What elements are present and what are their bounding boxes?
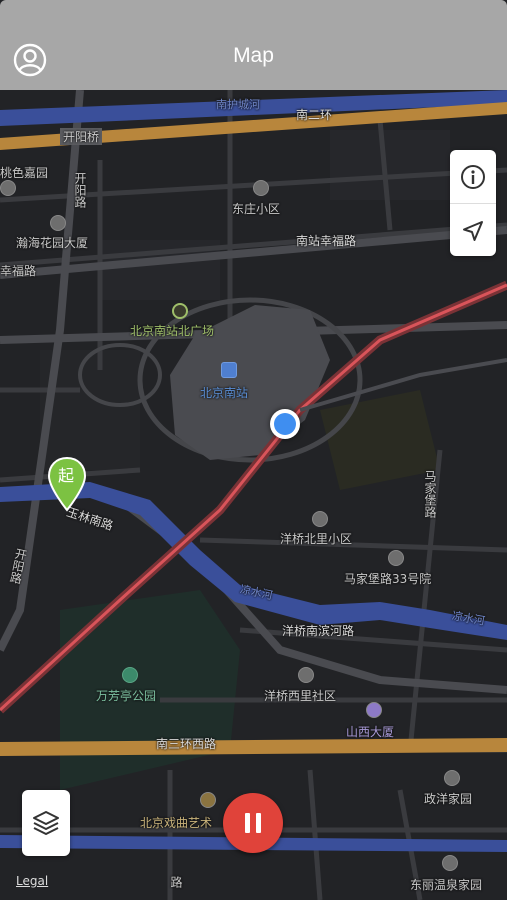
poi-opera-icon [200,792,216,808]
map-label: 马家堡路 [423,470,437,518]
map-label: 洋桥西里社区 [264,689,337,703]
top-app-bar: Map [0,0,507,90]
map-label: 政洋家园 [424,792,473,806]
map-label: 开阳桥 [60,128,103,145]
map-controls [450,150,496,256]
start-pin-label: 起 [58,466,75,485]
map-label: 瀚海花园大厦 [16,236,89,250]
start-point-marker[interactable]: 起 [47,456,87,512]
poi-zhengxiang-icon [444,770,460,786]
poi-majiapu-icon [388,550,404,566]
map-label: 万芳亭公园 [96,689,157,703]
map-label: 北京南站北广场 [130,324,215,338]
map-label: 东庄小区 [232,202,281,216]
train-station-icon [221,362,237,378]
page-title: Map [233,44,274,67]
legal-link[interactable]: Legal [16,874,48,888]
map-label: 东丽温泉家园 [410,878,483,892]
locate-me-button[interactable] [450,204,496,257]
map-label: 南二环 [296,108,333,122]
map-label: 洋桥南滨河路 [282,624,355,638]
poi-yangqiao-xili-icon [298,667,314,683]
map-label: 山西大厦 [346,725,395,739]
poi-dongzhuang-icon [253,180,269,196]
map-label: 北京南站 [200,386,249,400]
poi-shanxi-tower-icon [366,702,382,718]
layers-icon [33,811,59,835]
map-label: 南护城河 [216,98,260,111]
map-label: 北京戏曲艺术 [140,816,213,830]
poi-taoseyuan-icon [0,180,16,196]
map-label: 幸福路 [0,264,37,278]
info-button[interactable] [450,150,496,203]
map-label: 路 [169,876,183,888]
poi-hanhai-icon [50,215,66,231]
current-location-marker [270,409,300,439]
poi-square-icon [172,303,188,319]
map-label: 洋桥北里小区 [280,532,353,546]
map-label: 马家堡路33号院 [344,572,432,586]
map-view[interactable]: 开阳桥 开阳路 南护城河 南二环 桃色嘉园 东庄小区 瀚海花园大厦 南站幸福路 … [0,90,507,900]
map-label: 南三环西路 [156,737,217,751]
map-label: 开阳路 [73,172,87,208]
map-layers-button[interactable] [22,790,70,856]
info-icon [461,164,485,189]
poi-dongli-icon [442,855,458,871]
map-label: 南站幸福路 [296,234,357,248]
poi-park-icon [122,667,138,683]
map-label: 桃色嘉园 [0,166,49,180]
navigation-arrow-icon [463,220,483,241]
pause-icon [245,813,250,833]
pause-tracking-button[interactable] [223,793,283,853]
poi-yangqiao-north-icon [312,511,328,527]
